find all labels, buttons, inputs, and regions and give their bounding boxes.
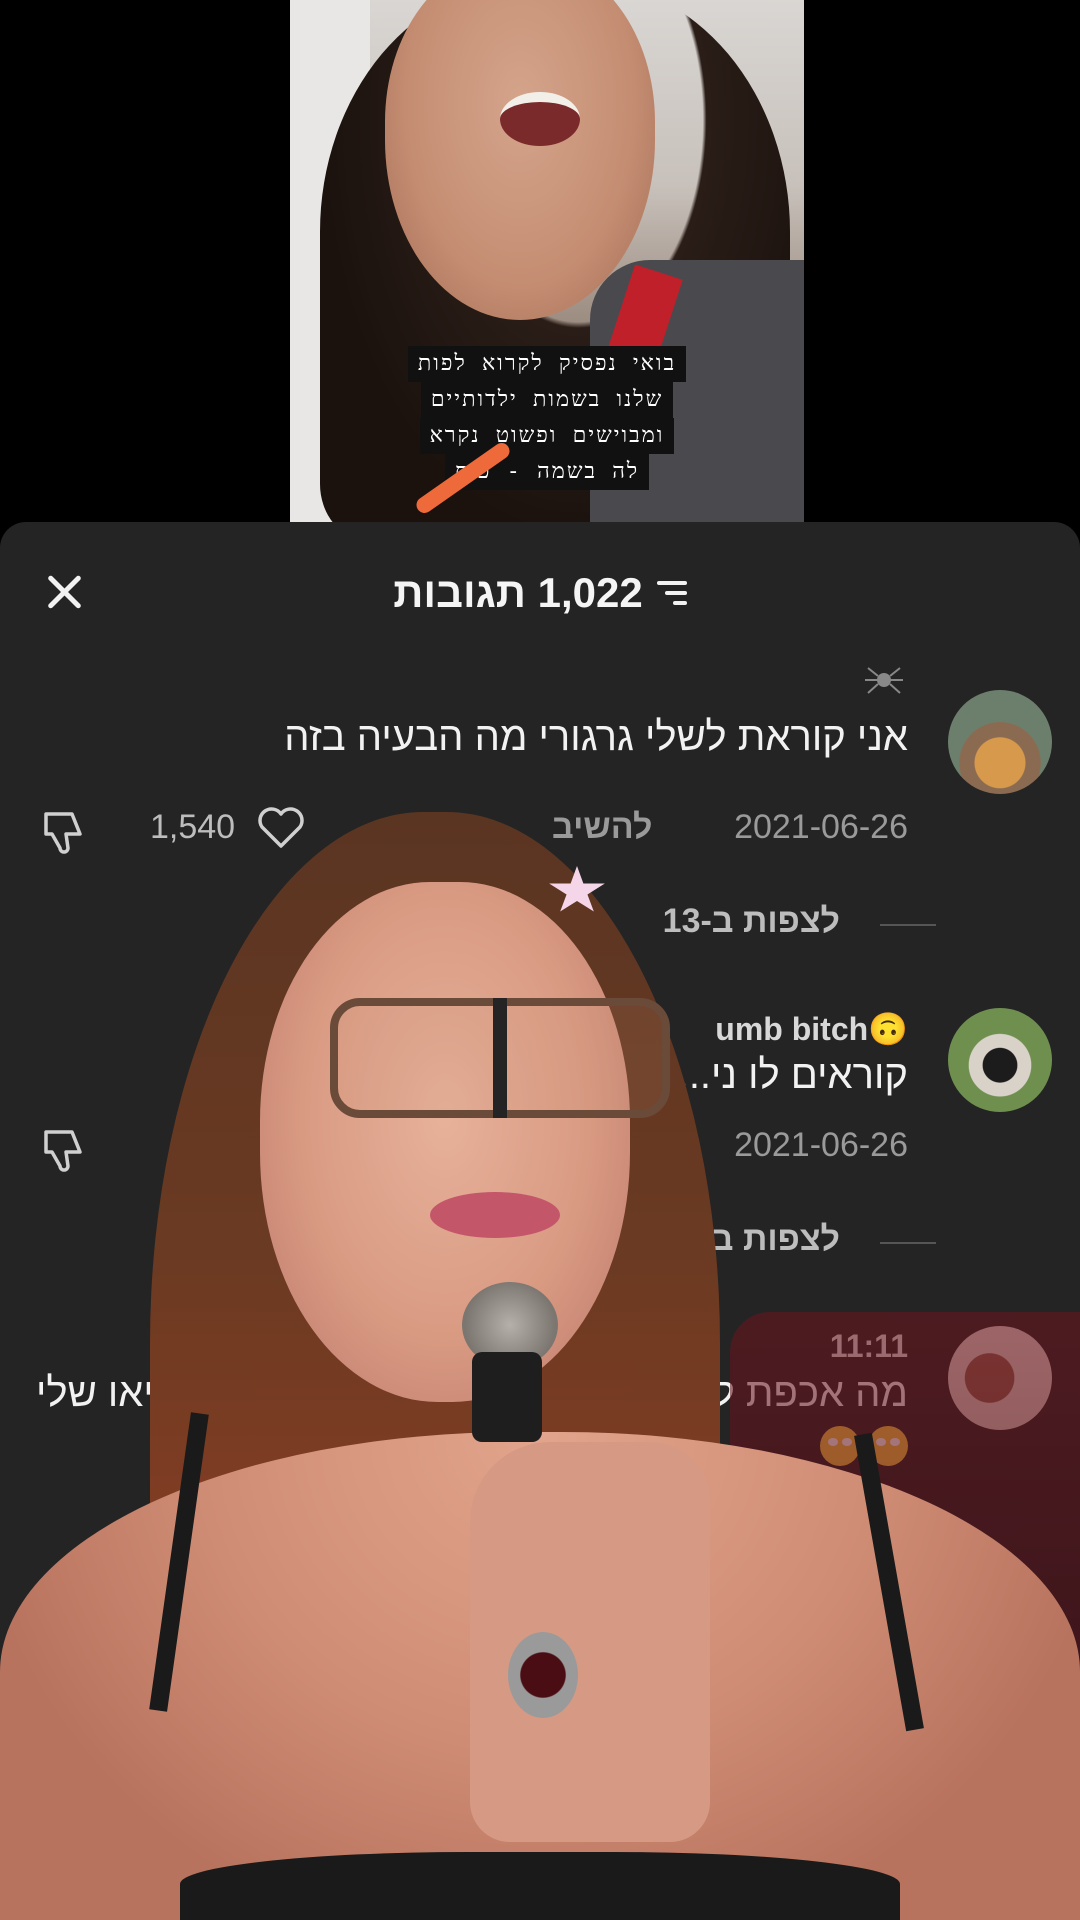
avatar[interactable]: [948, 690, 1052, 794]
video-subject-mouth: [500, 92, 580, 146]
view-replies-label[interactable]: לצפות ב-5: [682, 1220, 840, 1259]
avatar[interactable]: [948, 1700, 1052, 1804]
view-replies-label[interactable]: לצפות ב-13: [663, 902, 840, 941]
close-icon[interactable]: [40, 568, 88, 616]
comment-text-left: מיאו שלי: [36, 1371, 182, 1415]
divider-line: [880, 924, 936, 926]
screen: בואי נפסיק לקרוא לפות שלנו בשמות ילדותיי…: [0, 0, 1080, 1920]
like-count: 711: [178, 1126, 233, 1164]
comment-date: 2021-06-26: [734, 1126, 908, 1164]
like-count: 1,540: [150, 808, 236, 846]
view-replies[interactable]: לצפות ב-13: [0, 902, 1080, 952]
comment-username[interactable]: 11:11: [830, 1328, 908, 1365]
divider-line: [880, 1242, 936, 1244]
heart-icon[interactable]: [256, 1124, 306, 1168]
comments-count-title: 1,022 תגובות: [393, 569, 643, 616]
comment-text-tail: י: [270, 1053, 281, 1097]
reply-button[interactable]: להשיב: [552, 808, 652, 847]
caption-line: ומבוישים ופשוט נקרא: [419, 418, 675, 454]
caption-line: בואי נפסיק לקרוא לפות: [407, 346, 687, 382]
comments-sheet: 1,022 תגובות אני קוראת לשלי גרגורי מה הב…: [0, 522, 1080, 1920]
emoji-row: [812, 1426, 908, 1466]
spider-icon: [865, 667, 903, 694]
comment-text: קוראים לו ני...: [677, 1053, 908, 1097]
dislike-icon[interactable]: [38, 1122, 90, 1174]
comment-date: 2021-06-26: [734, 808, 908, 846]
eye-roll-emoji-icon: [868, 1426, 908, 1466]
comment-date: -26: [858, 1502, 908, 1540]
sort-filter-icon[interactable]: [656, 581, 687, 605]
view-replies[interactable]: לצפות ב-5: [0, 1220, 1080, 1270]
comment-username[interactable]: umb bitch🙃: [715, 1010, 908, 1048]
avatar[interactable]: [948, 1326, 1052, 1430]
comment-meta: -26: [0, 1502, 1080, 1552]
comment-meta: 2021-06-26 711: [0, 1124, 1080, 1176]
heart-icon[interactable]: [256, 806, 306, 850]
video-player[interactable]: בואי נפסיק לקרוא לפות שלנו בשמות ילדותיי…: [290, 0, 804, 528]
comment-meta: 2021-06-26 להשיב 1,540: [0, 806, 1080, 858]
dislike-icon[interactable]: [38, 804, 90, 856]
comments-header: 1,022 תגובות: [0, 562, 1080, 642]
comments-title-wrap: 1,022 תגובות: [0, 562, 1080, 624]
avatar[interactable]: [948, 1008, 1052, 1112]
eye-roll-emoji-icon: [820, 1426, 860, 1466]
caption-line: שלנו בשמות ילדותיים: [420, 382, 674, 418]
comment-text: אני קוראת לשלי גרגורי מה הבעיה בזה: [284, 715, 908, 759]
video-caption: בואי נפסיק לקרוא לפות שלנו בשמות ילדותיי…: [362, 346, 732, 490]
